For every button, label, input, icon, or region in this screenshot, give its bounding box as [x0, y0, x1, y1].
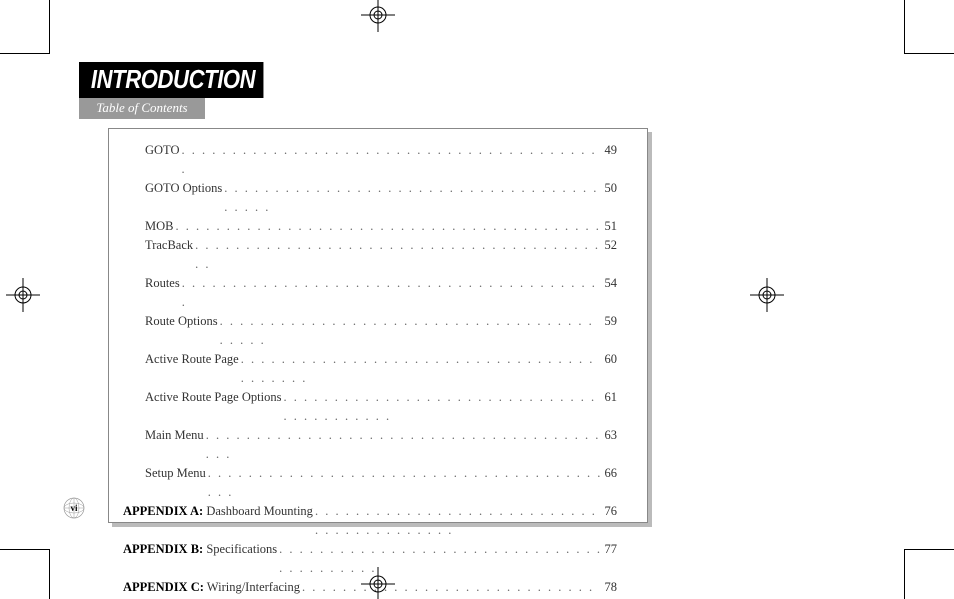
toc-entry: MOB 51 [123, 217, 617, 236]
toc-entry: Active Route Page Options 61 [123, 388, 617, 426]
crop-mark [904, 549, 954, 550]
toc-entry-label: APPENDIX C: Wiring/Interfacing [123, 578, 300, 599]
toc-leader-dots [313, 502, 605, 540]
toc-entry-page: 61 [605, 388, 618, 426]
toc-entry: Main Menu 63 [123, 426, 617, 464]
toc-leader-dots [300, 578, 604, 599]
toc-entry-page: 76 [605, 502, 618, 540]
toc-entry-page: 63 [605, 426, 618, 464]
page-number: vi [70, 503, 77, 513]
toc-leader-dots [277, 540, 604, 578]
page-number-badge: vi [63, 497, 85, 519]
section-title: INTRODUCTION [79, 62, 264, 98]
crop-mark [904, 0, 905, 54]
toc-entry-label: Main Menu [145, 426, 204, 464]
toc-entry-page: 66 [605, 464, 618, 502]
toc-container: GOTO49GOTO Options50MOB51TracBack52Route… [108, 128, 648, 523]
toc-leader-dots [218, 312, 605, 350]
toc-leader-dots [222, 179, 604, 217]
toc-entry: GOTO Options 50 [123, 179, 617, 217]
toc-entry-page: 59 [605, 312, 618, 350]
toc-leader-dots [281, 388, 604, 426]
toc-entry: TracBack 52 [123, 236, 617, 274]
crop-mark [904, 549, 905, 599]
toc-entry-label: GOTO Options [145, 179, 222, 217]
toc-entry-page: 49 [605, 141, 618, 179]
toc-entry: APPENDIX A: Dashboard Mounting 76 [123, 502, 617, 540]
toc-entry: APPENDIX C: Wiring/Interfacing 78 [123, 578, 617, 599]
toc-leader-dots [239, 350, 605, 388]
toc-leader-dots [193, 236, 604, 274]
toc-entry: GOTO 49 [123, 141, 617, 179]
crop-mark [49, 549, 50, 599]
section-subtitle: Table of Contents [79, 98, 205, 119]
toc-entry-label: TracBack [145, 236, 193, 274]
crop-mark [0, 549, 50, 550]
toc-entry-label: Routes [145, 274, 180, 312]
toc-entry-label: Active Route Page [145, 350, 239, 388]
toc-entry-label: Setup Menu [145, 464, 206, 502]
toc-entry-label: Active Route Page Options [145, 388, 281, 426]
toc-leader-dots [180, 141, 605, 179]
toc-entry-page: 51 [605, 217, 618, 236]
toc-entry-label: MOB [145, 217, 173, 236]
toc-entry-page: 78 [605, 578, 618, 599]
toc-entry-page: 52 [605, 236, 618, 274]
crop-mark [49, 0, 50, 54]
toc-entry: Routes 54 [123, 274, 617, 312]
toc-entry-label: Route Options [145, 312, 218, 350]
toc-leader-dots [204, 426, 605, 464]
toc-leader-dots [206, 464, 605, 502]
toc-entry-label: APPENDIX A: Dashboard Mounting [123, 502, 313, 540]
toc-leader-dots [173, 217, 604, 236]
toc-entry-label: GOTO [145, 141, 180, 179]
crop-mark [904, 53, 954, 54]
toc-entry-page: 54 [605, 274, 618, 312]
registration-mark-icon [361, 0, 395, 32]
toc-entry: Route Options 59 [123, 312, 617, 350]
crop-mark [0, 53, 50, 54]
toc-entry: Active Route Page 60 [123, 350, 617, 388]
toc-entry: Setup Menu 66 [123, 464, 617, 502]
registration-mark-icon [750, 278, 784, 312]
toc-entry-label: APPENDIX B: Specifications [123, 540, 277, 578]
toc-leader-dots [180, 274, 605, 312]
toc-entry-page: 77 [605, 540, 618, 578]
toc-entry: APPENDIX B: Specifications 77 [123, 540, 617, 578]
header-block: INTRODUCTION Table of Contents [79, 62, 296, 119]
toc-entry-page: 50 [605, 179, 618, 217]
toc-entry-page: 60 [605, 350, 618, 388]
registration-mark-icon [6, 278, 40, 312]
